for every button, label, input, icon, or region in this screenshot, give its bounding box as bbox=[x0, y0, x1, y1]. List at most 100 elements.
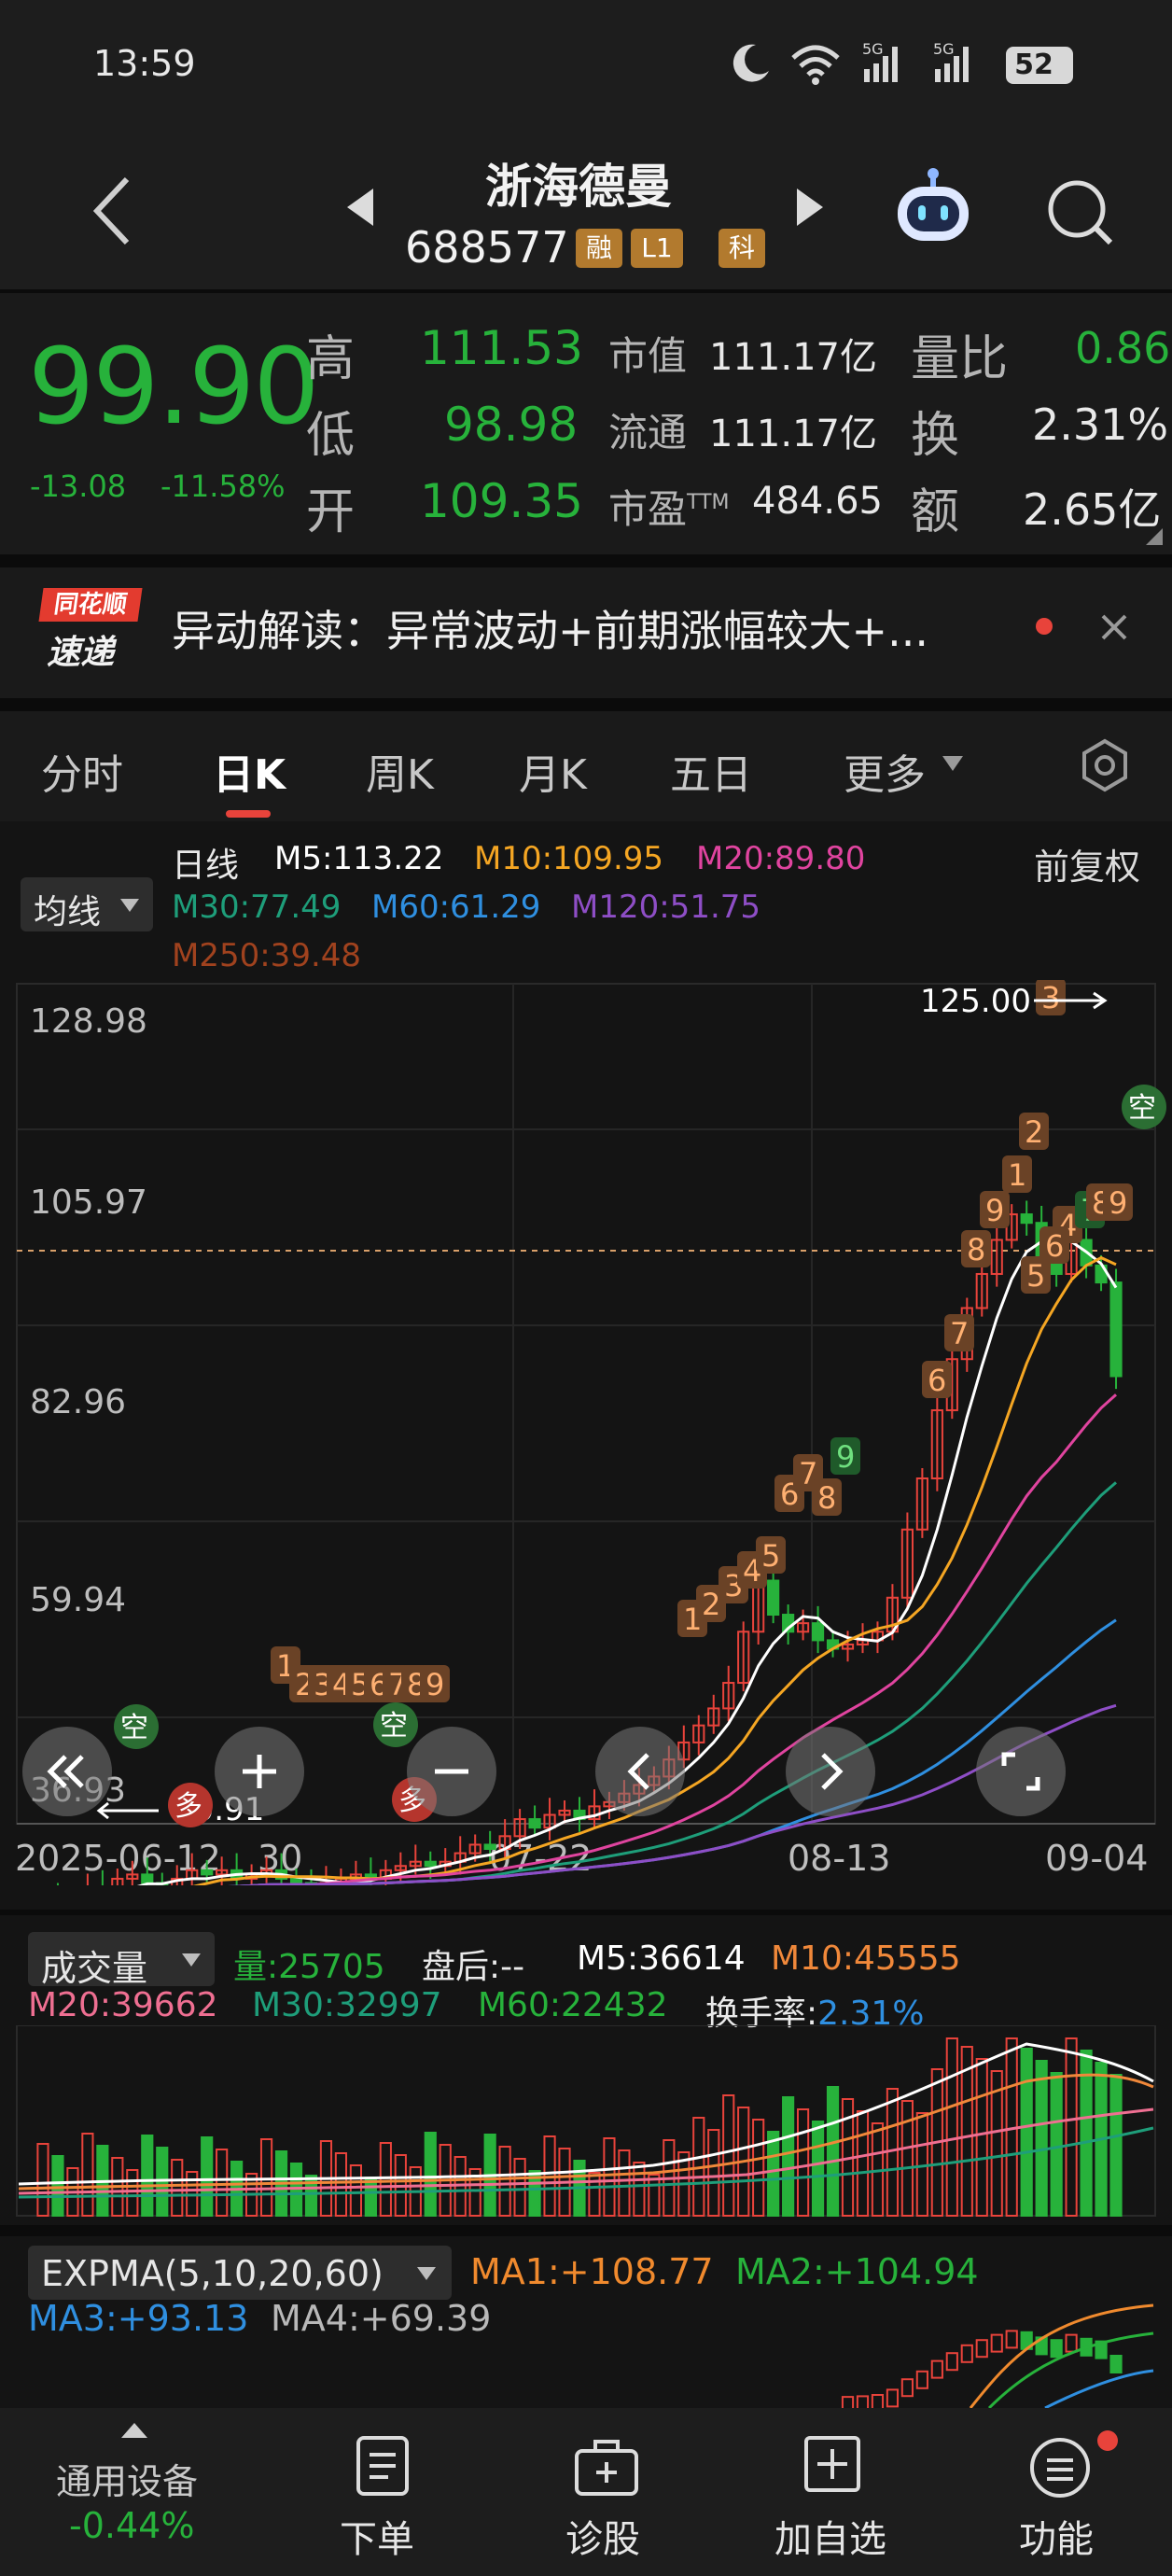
volume-chart[interactable] bbox=[0, 2025, 1172, 2221]
scroll-left-fast-button[interactable] bbox=[22, 1727, 112, 1816]
expma-chart[interactable] bbox=[0, 2277, 1172, 2408]
tab-monthly-k[interactable]: 月K bbox=[519, 741, 587, 801]
td-signal-number: 7 bbox=[950, 1316, 969, 1351]
next-stock-icon[interactable] bbox=[793, 187, 825, 231]
prev-stock-icon[interactable] bbox=[345, 187, 377, 231]
volume-bar bbox=[722, 2094, 735, 2217]
vol-ma30-line bbox=[18, 2126, 1154, 2199]
td-signal-number: 6 bbox=[928, 1363, 946, 1398]
volratio-value: 0.86 bbox=[1075, 323, 1171, 373]
vol-m10: M10:45555 bbox=[771, 1939, 961, 1978]
ths-logo-top: 同花顺 bbox=[38, 588, 143, 622]
expma-candle bbox=[930, 2359, 943, 2379]
volume-bar bbox=[811, 2121, 825, 2217]
tab-daily-k[interactable]: 日K bbox=[213, 741, 286, 801]
chevron-down-icon bbox=[120, 899, 139, 912]
battery-icon: 52 bbox=[1006, 47, 1073, 84]
td-signal-number: 8 bbox=[967, 1232, 985, 1267]
expma-candle bbox=[1050, 2339, 1063, 2359]
volume-bar bbox=[171, 2159, 184, 2217]
volume-bar bbox=[1065, 2037, 1078, 2217]
ma-m120: M120:51.75 bbox=[571, 889, 761, 926]
ai-robot-icon[interactable] bbox=[890, 164, 976, 254]
candle-body bbox=[1109, 1281, 1123, 1378]
mktcap-value: 111.17亿 bbox=[709, 336, 877, 379]
stock-name: 浙海德曼 bbox=[485, 160, 672, 214]
divider bbox=[0, 554, 1172, 567]
ths-logo: 同花顺 速递 bbox=[38, 588, 143, 672]
pe-ttm: TTM bbox=[687, 491, 730, 514]
volume-bar bbox=[424, 2132, 437, 2217]
tab-five-day[interactable]: 五日 bbox=[670, 741, 752, 801]
wifi-icon bbox=[789, 41, 842, 90]
nav-diagnose[interactable]: 诊股 bbox=[551, 2430, 663, 2561]
expma-candle bbox=[960, 2344, 973, 2363]
zoom-out-button[interactable] bbox=[407, 1727, 496, 1816]
divider bbox=[0, 698, 1172, 711]
volume-bar bbox=[707, 2129, 720, 2217]
price-change: -13.08 bbox=[30, 469, 127, 504]
volume-bar bbox=[826, 2086, 840, 2217]
chevron-right-icon bbox=[821, 1753, 844, 1790]
chevron-down-icon bbox=[182, 1953, 201, 1967]
volume-bar bbox=[588, 2172, 601, 2217]
index-change: -0.44% bbox=[69, 2505, 195, 2546]
back-icon[interactable] bbox=[90, 174, 136, 252]
volume-bar bbox=[900, 2100, 914, 2217]
ma-m250: M250:39.48 bbox=[172, 937, 362, 974]
ma-adjust[interactable]: 前复权 bbox=[1034, 838, 1140, 889]
candle-body bbox=[289, 1877, 303, 1884]
expma-candle bbox=[975, 2339, 988, 2359]
tab-intraday[interactable]: 分时 bbox=[41, 741, 123, 801]
td-signal-number: 9 bbox=[426, 1667, 444, 1702]
vol-m20: M20:39662 bbox=[28, 1986, 218, 2024]
unread-dot bbox=[1036, 618, 1053, 635]
search-icon[interactable] bbox=[1043, 175, 1118, 254]
scroll-left-button[interactable] bbox=[595, 1727, 685, 1816]
double-chevron-left-icon bbox=[47, 1755, 84, 1788]
nav-add-watch-label: 加自选 bbox=[774, 2518, 886, 2561]
ma-m20: M20:89.80 bbox=[696, 840, 866, 877]
settings-icon[interactable] bbox=[1077, 737, 1133, 797]
volume-bar bbox=[1020, 2048, 1033, 2217]
volume-bar bbox=[782, 2096, 795, 2217]
fullscreen-button[interactable] bbox=[976, 1727, 1066, 1816]
moon-icon bbox=[728, 41, 773, 90]
menu-circle-icon bbox=[1030, 2438, 1090, 2498]
vol-ma5-line bbox=[18, 2042, 1154, 2186]
nav-functions[interactable]: 功能 bbox=[1004, 2430, 1118, 2561]
vol-m5: M5:36614 bbox=[577, 1939, 746, 1978]
nav-add-watch[interactable]: 加自选 bbox=[765, 2430, 896, 2561]
expma-ma3-line bbox=[1044, 2369, 1154, 2408]
expma-candle bbox=[871, 2394, 885, 2408]
volume-bar bbox=[364, 2177, 377, 2217]
volume-bar bbox=[36, 2143, 49, 2217]
x-axis-label: 08-13 bbox=[788, 1838, 890, 1879]
ma-selector[interactable]: 均线 bbox=[21, 877, 153, 931]
expma-candle bbox=[1109, 2355, 1123, 2373]
open-label: 开 bbox=[306, 484, 356, 540]
signal-badge-text: 多 bbox=[174, 1790, 202, 1823]
volume-bar bbox=[201, 2136, 214, 2217]
close-icon[interactable] bbox=[1099, 612, 1129, 646]
chevron-up-icon[interactable] bbox=[119, 2421, 149, 2443]
turnover-value: 2.31% bbox=[1032, 399, 1169, 450]
expma-candle bbox=[1005, 2330, 1018, 2349]
margin-tag: 融 bbox=[576, 229, 622, 268]
index-name[interactable]: 通用设备 bbox=[56, 2453, 198, 2504]
zoom-in-button[interactable] bbox=[215, 1727, 304, 1816]
news-text[interactable]: 异动解读：异常波动+前期涨幅较大+... bbox=[172, 597, 928, 659]
volume-selector[interactable]: 成交量 bbox=[28, 1932, 215, 1989]
candle-body bbox=[141, 1873, 154, 1884]
tab-weekly-k[interactable]: 周K bbox=[366, 741, 434, 801]
scroll-right-button[interactable] bbox=[786, 1727, 875, 1816]
volume-selector-label: 成交量 bbox=[41, 1948, 148, 1989]
volume-bar bbox=[81, 2133, 94, 2217]
signal-icon-1: 5G bbox=[858, 37, 924, 90]
expand-corner-icon[interactable] bbox=[1144, 526, 1165, 551]
nav-order[interactable]: 下单 bbox=[327, 2430, 439, 2561]
tab-more[interactable]: 更多 bbox=[844, 741, 926, 801]
ma-m5: M5:113.22 bbox=[274, 840, 444, 877]
expma-candle bbox=[886, 2388, 900, 2408]
volume-bar bbox=[1050, 2072, 1063, 2217]
